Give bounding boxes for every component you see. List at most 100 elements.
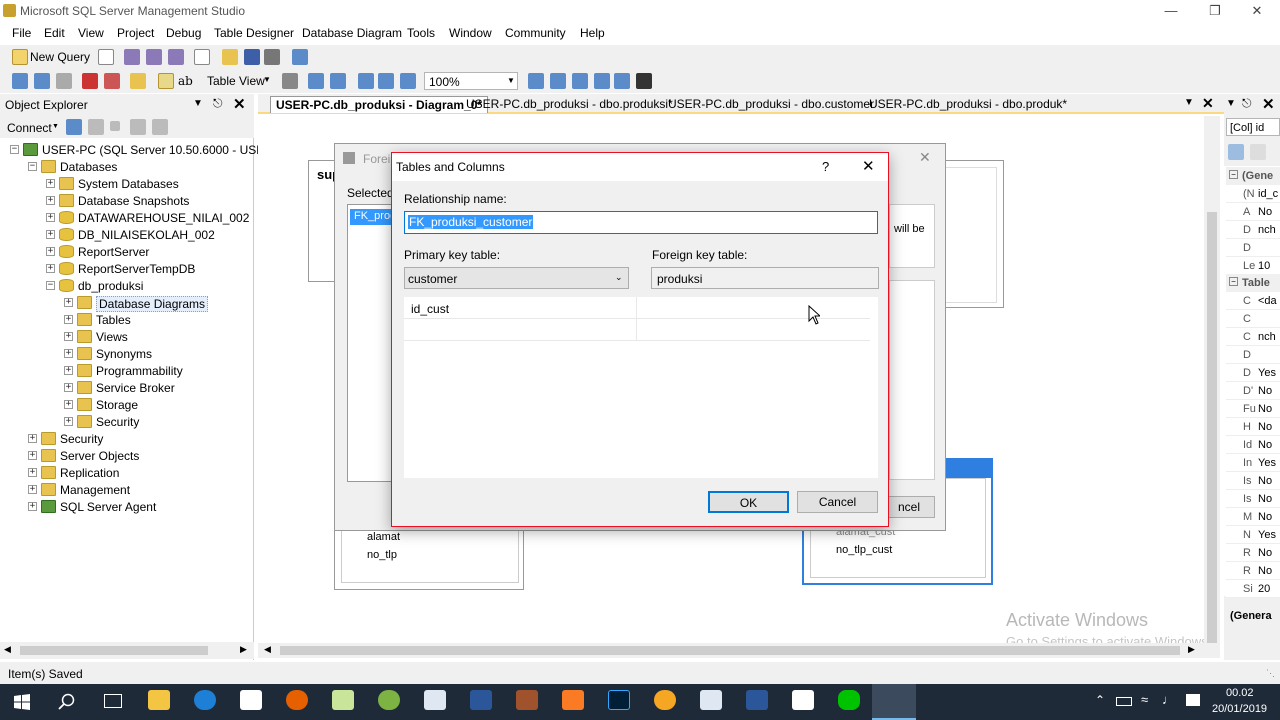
photoshop-icon[interactable] (608, 690, 630, 710)
expand-icon[interactable]: + (64, 383, 73, 392)
manage-indexes-icon[interactable] (550, 73, 566, 89)
property-grid[interactable] (889, 280, 935, 480)
relationship-name-input[interactable]: FK_produksi_customer (404, 211, 878, 234)
edge-icon[interactable] (194, 690, 216, 710)
expand-icon[interactable]: + (46, 213, 55, 222)
ok-button[interactable]: OK (708, 491, 789, 513)
help-button[interactable]: ? (822, 159, 829, 174)
primary-key-icon[interactable] (158, 73, 174, 89)
column-no-tlp[interactable]: no_tlp (367, 549, 397, 561)
photos-icon[interactable] (792, 690, 814, 710)
close-icon[interactable]: ✕ (233, 95, 246, 113)
property-row[interactable]: In Yes (1226, 454, 1280, 472)
column-alamat[interactable]: alamat (367, 531, 400, 543)
property-row[interactable]: D (1226, 239, 1280, 257)
tab-produksi[interactable]: USER-PC.db_produksi - dbo.produksi* (461, 96, 678, 113)
grid-row[interactable]: id_cust (404, 297, 870, 319)
primary-key-table-select[interactable]: customer ⌄ (404, 267, 629, 289)
save-icon[interactable] (244, 49, 260, 65)
resize-grip-icon[interactable]: ⋱ (1266, 668, 1275, 679)
stop-icon[interactable] (110, 121, 120, 131)
property-row[interactable]: R No (1226, 562, 1280, 580)
show-labels-icon[interactable] (400, 73, 416, 89)
connect-button[interactable]: Connect (7, 121, 52, 135)
property-row[interactable]: H No (1226, 418, 1280, 436)
cancel-button[interactable]: Cancel (797, 491, 878, 513)
scroll-left-icon[interactable]: ◀ (4, 644, 11, 655)
collapse-icon[interactable]: − (28, 162, 37, 171)
remove-icon[interactable] (104, 73, 120, 89)
open-file-icon[interactable] (222, 49, 238, 65)
search-icon[interactable] (58, 693, 76, 711)
columns-grid[interactable]: id_cust (404, 297, 878, 478)
properties-object-combo[interactable]: [Col] id (1226, 118, 1280, 136)
pin-icon[interactable]: ⎋ (213, 96, 223, 111)
page-breaks-icon[interactable] (358, 73, 374, 89)
expand-icon[interactable]: + (28, 485, 37, 494)
new-query-button[interactable]: New Query (30, 50, 90, 64)
collapse-icon[interactable]: − (1229, 170, 1238, 179)
media-icon[interactable] (516, 690, 538, 710)
disconnect-icon[interactable] (88, 119, 104, 135)
expand-icon[interactable]: + (46, 264, 55, 273)
menu-database-diagram[interactable]: Database Diagram (302, 26, 402, 40)
property-row[interactable]: Si 20 (1226, 580, 1280, 598)
expand-icon[interactable]: + (46, 179, 55, 188)
close-icon[interactable]: ✕ (1202, 95, 1214, 112)
relationship-icon[interactable] (528, 73, 544, 89)
table-view-dropdown[interactable]: Table View (207, 74, 265, 88)
property-row[interactable]: Dnch (1226, 221, 1280, 239)
tray-chevron-up-icon[interactable]: ⌃ (1095, 693, 1105, 707)
restore-button[interactable]: ❐ (1192, 0, 1238, 22)
volume-icon[interactable]: ♩ (1162, 692, 1175, 707)
tree-horizontal-scrollbar[interactable]: ◀ ▶ (0, 642, 254, 659)
check-constraint-icon[interactable] (614, 73, 630, 89)
scroll-right-icon[interactable]: ▶ (240, 644, 247, 655)
expand-icon[interactable]: + (46, 247, 55, 256)
chevron-down-icon[interactable]: ▼ (1184, 97, 1194, 108)
scroll-left-icon[interactable]: ◀ (264, 644, 271, 655)
visio-icon[interactable] (470, 690, 492, 710)
xampp-icon[interactable] (562, 690, 584, 710)
expand-icon[interactable]: + (64, 315, 73, 324)
store-icon[interactable] (240, 690, 262, 710)
categorized-icon[interactable] (1228, 144, 1244, 160)
alphabetical-icon[interactable] (1250, 144, 1266, 160)
filter-icon[interactable] (130, 119, 146, 135)
fk-column-cell[interactable] (636, 297, 870, 319)
arrange-tables-icon[interactable] (330, 73, 346, 89)
expand-icon[interactable]: + (28, 434, 37, 443)
menu-community[interactable]: Community (505, 26, 566, 40)
file-explorer-icon[interactable] (148, 690, 170, 710)
spatial-icon[interactable] (636, 73, 652, 89)
property-row[interactable]: A No (1226, 203, 1280, 221)
property-row[interactable]: D' No (1226, 382, 1280, 400)
expand-icon[interactable]: + (46, 230, 55, 239)
new-table-icon[interactable] (12, 73, 28, 89)
expand-icon[interactable]: + (28, 468, 37, 477)
close-icon[interactable]: ✕ (862, 157, 875, 175)
expand-icon[interactable]: + (64, 366, 73, 375)
menu-help[interactable]: Help (580, 26, 605, 40)
expand-icon[interactable]: + (46, 196, 55, 205)
firefox-icon[interactable] (286, 690, 308, 710)
column-no-tlp-cust[interactable]: no_tlp_cust (836, 544, 892, 556)
dmx-icon[interactable] (168, 49, 184, 65)
autosize-icon[interactable] (308, 73, 324, 89)
property-row[interactable]: Fu No (1226, 400, 1280, 418)
action-center-icon[interactable] (1186, 694, 1200, 706)
property-row[interactable]: M No (1226, 508, 1280, 526)
scroll-right-icon[interactable]: ▶ (1188, 644, 1195, 655)
expand-icon[interactable]: + (64, 417, 73, 426)
xmla-icon[interactable] (194, 49, 210, 65)
delete-table-icon[interactable] (82, 73, 98, 89)
tab-diagram[interactable]: USER-PC.db_produksi - Diagram_0* (270, 96, 489, 113)
new-query-icon[interactable] (12, 49, 28, 65)
app-icon[interactable] (424, 690, 446, 710)
close-dialog-button[interactable]: ncel (883, 496, 935, 518)
property-row[interactable]: Is No (1226, 472, 1280, 490)
expand-icon[interactable]: + (28, 451, 37, 460)
property-row[interactable]: Is No (1226, 490, 1280, 508)
xml-index-icon[interactable] (594, 73, 610, 89)
menu-debug[interactable]: Debug (166, 26, 201, 40)
